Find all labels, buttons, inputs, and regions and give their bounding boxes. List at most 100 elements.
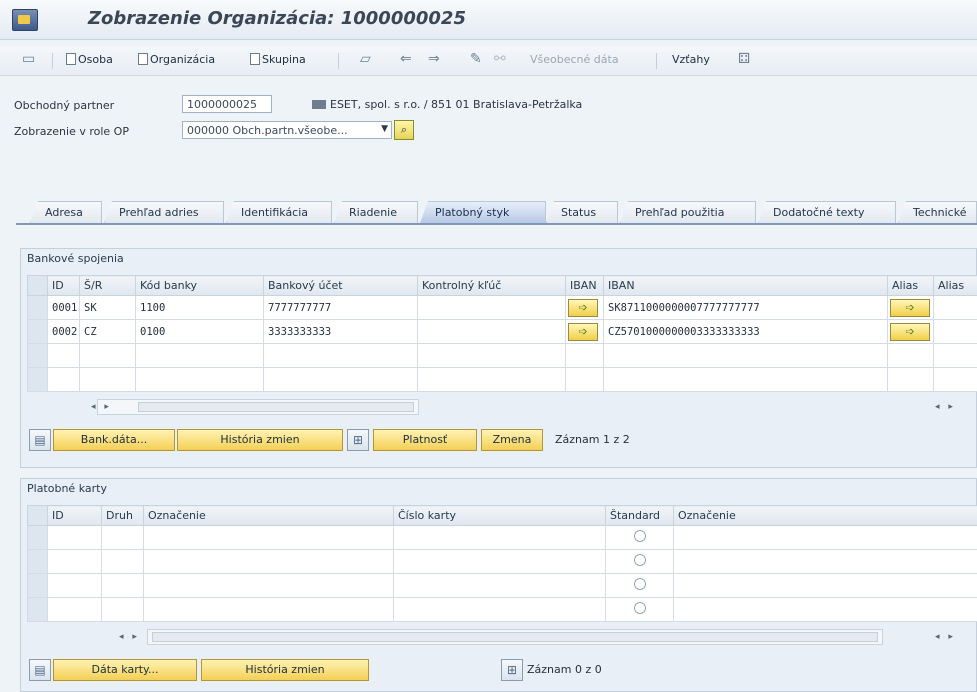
change-button[interactable]: Zmena <box>481 429 543 451</box>
skupina-button[interactable]: Skupina <box>250 53 306 66</box>
standard-radio[interactable] <box>633 554 646 566</box>
history-button[interactable]: História zmien <box>177 429 343 451</box>
role-select[interactable]: 000000 Obch.partn.všeobe... ▼ <box>182 121 392 139</box>
table-settings-icon[interactable]: ▤ <box>29 429 51 451</box>
table-row[interactable] <box>27 367 977 392</box>
tab-prehlad-pouzitia[interactable]: Prehľad použitia <box>620 201 756 223</box>
standard-radio[interactable] <box>633 530 646 542</box>
organizacia-button[interactable]: Organizácia <box>138 53 215 66</box>
col-country[interactable]: Š/R <box>79 275 136 296</box>
col-label[interactable]: Označenie <box>143 505 394 526</box>
cell-country: CZ <box>79 319 136 344</box>
cards-history-button[interactable]: História zmien <box>201 659 369 681</box>
arrow-left-icon[interactable]: ⇐ <box>400 51 412 67</box>
edit-toggle-icon[interactable]: ✎ <box>470 51 482 67</box>
col-alias-button[interactable]: Alias <box>887 275 934 296</box>
row-selector[interactable] <box>27 549 48 574</box>
arrow-icon[interactable]: ➩ <box>568 322 598 341</box>
cell-check-key <box>417 319 566 344</box>
select-all-cell[interactable] <box>27 275 48 296</box>
tab-identifikacia[interactable]: Identifikácia <box>226 201 332 223</box>
details-icon[interactable]: ⊞ <box>501 659 523 681</box>
cell-alias-button[interactable]: ➩ <box>887 295 934 320</box>
empty-cell <box>393 573 606 598</box>
toolbar-separator <box>52 53 53 69</box>
open-folder-icon[interactable]: ▱ <box>360 51 371 67</box>
screen-icon[interactable]: ▭ <box>22 51 35 67</box>
tab-dodatocne-texty[interactable]: Dodatočné texty <box>758 201 896 223</box>
partner-field[interactable]: 1000000025 <box>182 95 272 113</box>
tab-adresa[interactable]: Adresa <box>30 201 102 223</box>
vztahy-button[interactable]: Vzťahy <box>672 53 710 66</box>
bank-data-button[interactable]: Bank.dáta... <box>53 429 175 451</box>
col-alias[interactable]: Alias <box>933 275 977 296</box>
cell-account: 7777777777 <box>263 295 418 320</box>
row-selector[interactable] <box>27 525 48 550</box>
cell-iban-button[interactable]: ➩ <box>565 319 604 344</box>
tab-platobny-styk[interactable]: Platobný styk <box>420 201 546 223</box>
arrow-icon[interactable]: ➩ <box>890 322 930 341</box>
bank-horizontal-scrollbar[interactable] <box>97 399 419 415</box>
col-label-2[interactable]: Označenie <box>673 505 977 526</box>
tab-status[interactable]: Status <box>546 201 618 223</box>
empty-cell <box>673 549 977 574</box>
arrow-icon[interactable]: ➩ <box>890 298 930 317</box>
standard-cell <box>605 573 674 598</box>
cell-iban: CZ5701000000003333333333 <box>603 319 888 344</box>
row-selector[interactable] <box>27 343 48 368</box>
col-account[interactable]: Bankový účet <box>263 275 418 296</box>
empty-cell <box>673 525 977 550</box>
scroll-arrows-icon[interactable]: ◂ ▸ <box>119 632 140 642</box>
col-iban[interactable]: IBAN <box>603 275 888 296</box>
relations-icon[interactable]: ⚃ <box>738 51 750 67</box>
table-row[interactable] <box>27 549 977 574</box>
col-card-number[interactable]: Číslo karty <box>393 505 606 526</box>
tab-riadenie[interactable]: Riadenie <box>334 201 418 223</box>
value-help-icon[interactable]: ⌕ <box>394 120 414 140</box>
row-selector[interactable] <box>27 295 48 320</box>
osoba-button[interactable]: Osoba <box>66 53 113 66</box>
scroll-arrows-icon[interactable]: ◂ ▸ <box>935 632 956 642</box>
arrow-right-icon[interactable]: ⇒ <box>428 51 440 67</box>
scrollbar-thumb[interactable] <box>152 632 878 642</box>
document-icon <box>66 53 76 65</box>
table-settings-icon[interactable]: ▤ <box>29 659 51 681</box>
col-check-key[interactable]: Kontrolný kľúč <box>417 275 566 296</box>
col-bank-code[interactable]: Kód banky <box>135 275 264 296</box>
table-row[interactable] <box>27 597 977 622</box>
details-icon[interactable]: ⊞ <box>347 429 369 451</box>
table-row[interactable]: 0002 CZ 0100 3333333333 ➩ CZ570100000000… <box>27 319 977 344</box>
cell-check-key <box>417 295 566 320</box>
select-all-cell[interactable] <box>27 505 48 526</box>
sap-menu-icon[interactable] <box>12 9 38 31</box>
scrollbar-thumb[interactable] <box>138 402 414 412</box>
row-selector[interactable] <box>27 319 48 344</box>
table-row[interactable] <box>27 573 977 598</box>
col-id[interactable]: ID <box>47 505 102 526</box>
table-row[interactable] <box>27 343 977 368</box>
cards-horizontal-scrollbar[interactable] <box>147 629 883 645</box>
col-iban-button[interactable]: IBAN <box>565 275 604 296</box>
cell-bank-code: 0100 <box>135 319 264 344</box>
col-type[interactable]: Druh <box>101 505 144 526</box>
scroll-arrows-icon[interactable]: ◂ ▸ <box>91 402 112 412</box>
tab-prehlad-adries[interactable]: Prehľad adries <box>104 201 224 223</box>
validity-button[interactable]: Platnosť <box>373 429 477 451</box>
scroll-arrows-icon[interactable]: ◂ ▸ <box>935 402 956 412</box>
card-data-button[interactable]: Dáta karty... <box>53 659 197 681</box>
arrow-icon[interactable]: ➩ <box>568 298 598 317</box>
table-row[interactable] <box>27 525 977 550</box>
cell-alias-button[interactable]: ➩ <box>887 319 934 344</box>
table-row[interactable]: 0001 SK 1100 7777777777 ➩ SK871100000000… <box>27 295 977 320</box>
standard-radio[interactable] <box>633 602 646 614</box>
empty-cell <box>47 573 102 598</box>
row-selector[interactable] <box>27 597 48 622</box>
app-toolbar: ▭ Osoba Organizácia Skupina ▱ ⇐ ⇒ ✎ ⚯ Vš… <box>0 46 977 76</box>
tab-technicke[interactable]: Technické <box>898 201 977 223</box>
standard-radio[interactable] <box>633 578 646 590</box>
row-selector[interactable] <box>27 573 48 598</box>
col-id[interactable]: ID <box>47 275 80 296</box>
col-standard[interactable]: Štandard <box>605 505 674 526</box>
row-selector[interactable] <box>27 367 48 392</box>
cell-iban-button[interactable]: ➩ <box>565 295 604 320</box>
